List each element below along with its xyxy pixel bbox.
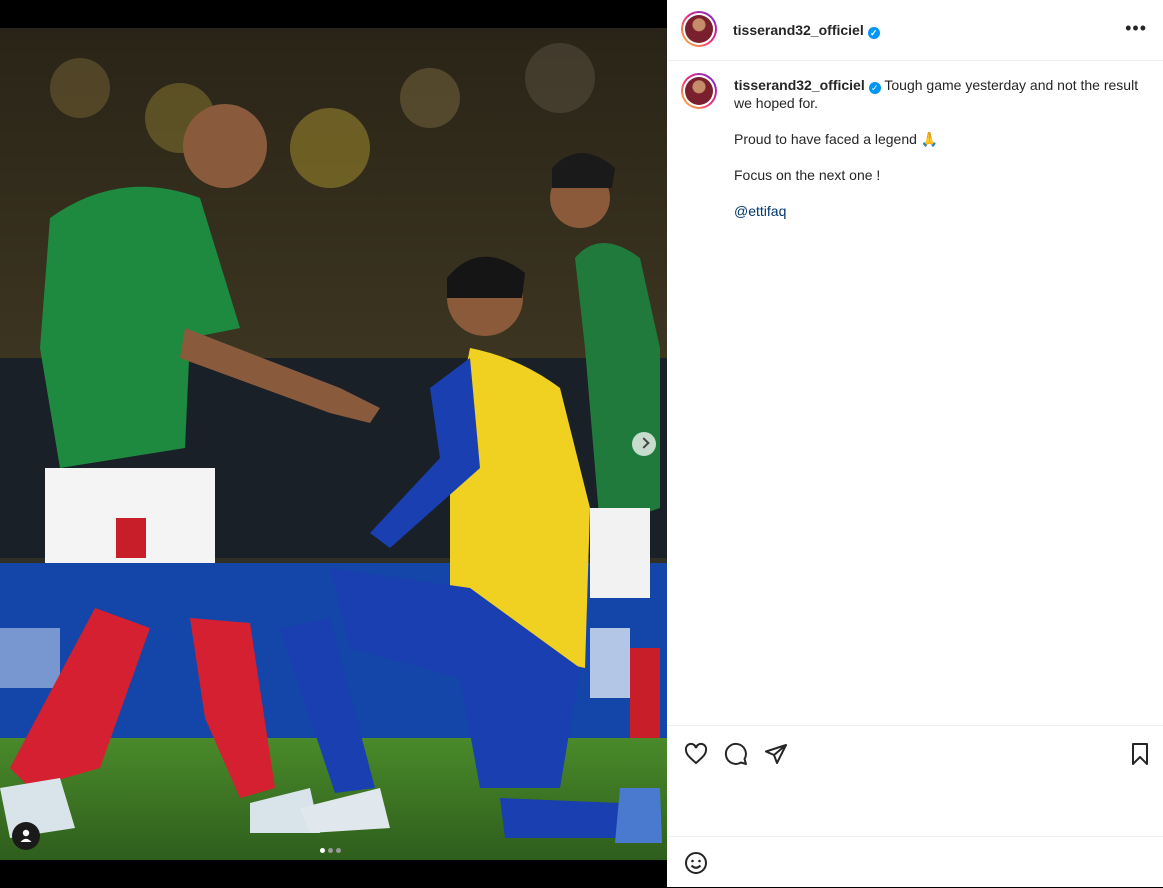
comment-bar[interactable] <box>667 836 1163 888</box>
post-username[interactable]: tisserand32_officiel ✓ <box>733 22 880 39</box>
post-photo <box>0 28 667 860</box>
carousel-next-button[interactable] <box>632 432 656 456</box>
carousel-dot <box>320 848 325 853</box>
carousel-indicator <box>320 840 344 858</box>
verified-badge-icon: ✓ <box>868 82 881 94</box>
emoji-icon[interactable] <box>684 851 708 875</box>
caption-username[interactable]: tisserand32_officiel <box>734 77 865 93</box>
post-header: tisserand32_officiel ✓ ••• <box>667 0 1163 61</box>
send-icon[interactable] <box>764 742 788 766</box>
post-caption: tisserand32_officiel ✓ Tough game yesterd… <box>734 76 1144 238</box>
more-options-icon[interactable]: ••• <box>1125 18 1147 39</box>
action-bar <box>667 725 1163 778</box>
caption-text-line3: Focus on the next one ! <box>734 167 881 183</box>
user-tags-button[interactable] <box>12 822 40 850</box>
username-text[interactable]: tisserand32_officiel <box>733 22 864 38</box>
verified-badge-icon: ✓ <box>867 27 880 39</box>
post-media[interactable] <box>0 28 667 860</box>
comment-icon[interactable] <box>724 742 748 766</box>
post-side-panel: tisserand32_officiel ✓ ••• tisserand32_of… <box>667 0 1163 887</box>
chevron-right-icon <box>638 437 650 449</box>
heart-icon[interactable] <box>684 742 708 766</box>
mention-link[interactable]: @ettifaq <box>734 203 786 219</box>
caption-text-line2: Proud to have faced a legend 🙏 <box>734 131 939 147</box>
carousel-dot <box>328 848 333 853</box>
caption-avatar[interactable] <box>681 73 717 109</box>
bookmark-icon[interactable] <box>1128 742 1152 766</box>
carousel-dot <box>336 848 341 853</box>
user-tag-icon <box>20 829 32 842</box>
avatar[interactable] <box>681 11 717 47</box>
